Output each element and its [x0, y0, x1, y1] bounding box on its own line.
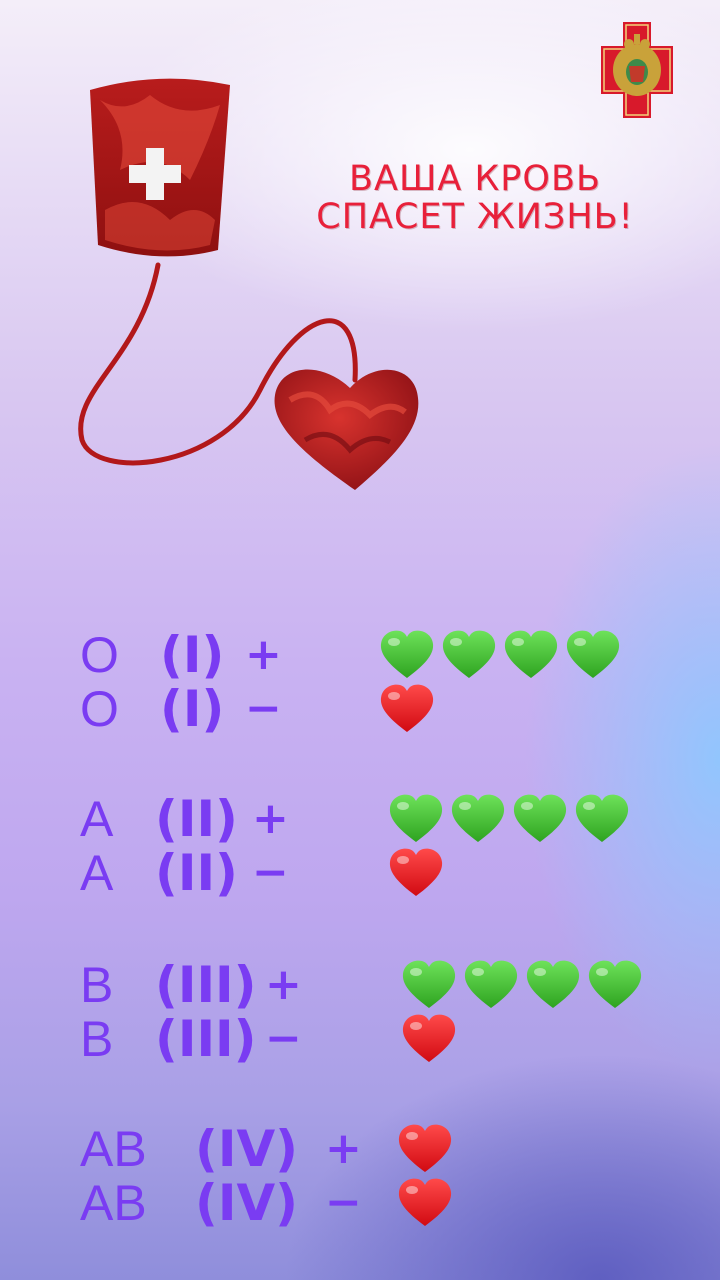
blood-type-letter: B	[80, 1011, 114, 1067]
green-heart-icon	[575, 794, 629, 842]
green-heart-icon	[526, 960, 580, 1008]
blood-group-roman-numeral: (IV)	[195, 1174, 299, 1232]
hearts-group	[400, 1012, 458, 1066]
green-heart-icon	[464, 960, 518, 1008]
hearts-group	[387, 792, 631, 846]
green-heart-icon	[504, 630, 558, 678]
rh-factor-sign: −	[245, 683, 282, 734]
hearts-group	[378, 628, 622, 682]
blood-group-roman-numeral: (II)	[155, 790, 238, 848]
green-heart-icon	[588, 960, 642, 1008]
green-heart-icon	[402, 960, 456, 1008]
blood-type-letter: AB	[80, 1175, 147, 1231]
blood-group-roman-numeral: (III)	[155, 1010, 257, 1068]
hearts-group	[400, 958, 644, 1012]
hearts-group	[396, 1122, 454, 1176]
rh-factor-sign: −	[325, 1177, 362, 1228]
blood-type-letter: A	[80, 845, 114, 901]
red-heart-icon	[389, 848, 443, 896]
blood-type-letter: O	[80, 627, 119, 683]
rh-factor-sign: +	[245, 629, 282, 680]
green-heart-icon	[442, 630, 496, 678]
hearts-group	[378, 682, 436, 736]
red-heart-icon	[398, 1124, 452, 1172]
blood-bag-heart-illustration	[78, 78, 419, 490]
hearts-group	[387, 846, 445, 900]
rh-factor-sign: −	[252, 847, 289, 898]
red-heart-icon	[398, 1178, 452, 1226]
red-heart-icon	[380, 684, 434, 732]
red-heart-icon	[402, 1014, 456, 1062]
green-heart-icon	[451, 794, 505, 842]
rh-factor-sign: −	[265, 1013, 302, 1064]
blood-type-letter: B	[80, 957, 114, 1013]
blood-type-letter: AB	[80, 1121, 147, 1177]
rh-factor-sign: +	[252, 793, 289, 844]
rh-factor-sign: +	[325, 1123, 362, 1174]
blood-group-roman-numeral: (I)	[160, 680, 225, 738]
medical-cross-emblem-icon	[601, 22, 673, 118]
blood-group-roman-numeral: (I)	[160, 626, 225, 684]
green-heart-icon	[389, 794, 443, 842]
green-heart-icon	[513, 794, 567, 842]
blood-group-roman-numeral: (IV)	[195, 1120, 299, 1178]
green-heart-icon	[380, 630, 434, 678]
hearts-group	[396, 1176, 454, 1230]
green-heart-icon	[566, 630, 620, 678]
blood-group-roman-numeral: (II)	[155, 844, 238, 902]
blood-group-roman-numeral: (III)	[155, 956, 257, 1014]
blood-type-letter: O	[80, 681, 119, 737]
blood-type-letter: A	[80, 791, 114, 847]
rh-factor-sign: +	[265, 959, 302, 1010]
